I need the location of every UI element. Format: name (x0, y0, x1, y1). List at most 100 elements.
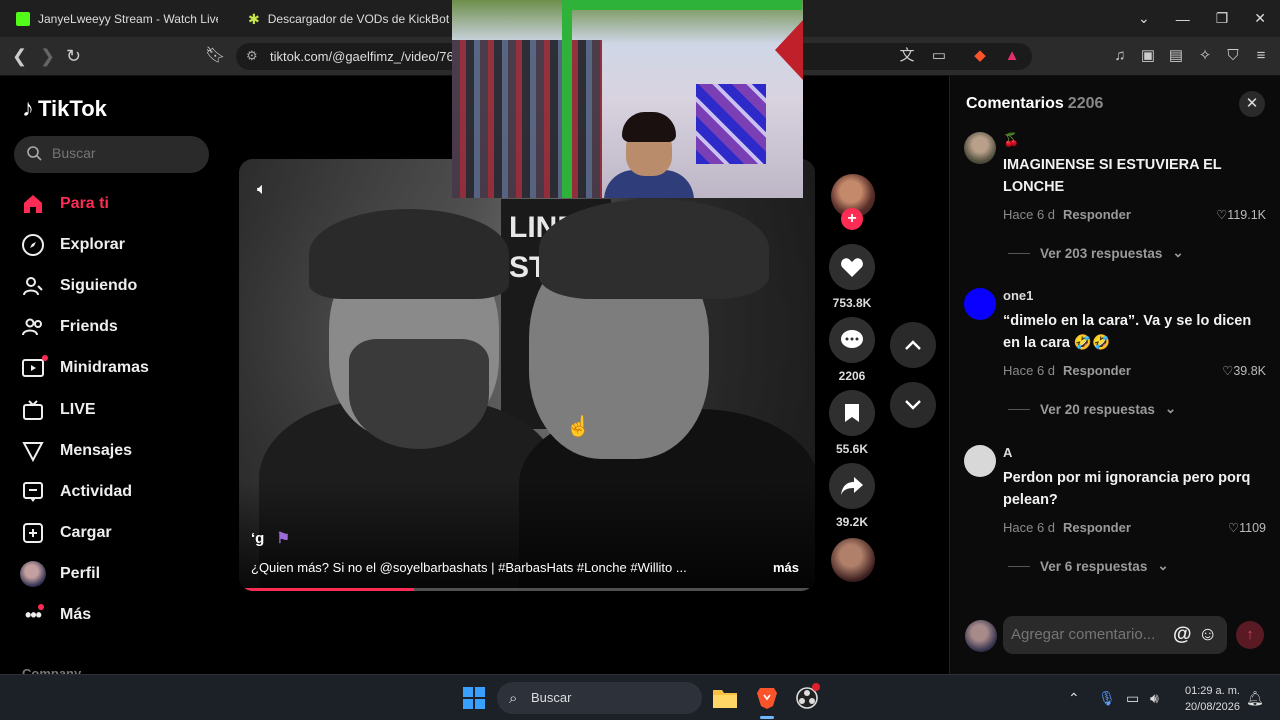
microphone-icon[interactable]: 🎙︎ (1098, 675, 1116, 720)
sidebar-item-siguiendo[interactable]: Siguiendo (20, 265, 210, 306)
sidebar-item-perfil[interactable]: Perfil (20, 554, 210, 595)
back-icon[interactable]: ❮ (12, 46, 27, 66)
close-window-icon[interactable]: ✕ (1254, 10, 1266, 27)
previous-video-button[interactable] (890, 322, 936, 368)
brave-rewards-icon[interactable]: ▲ (1003, 47, 1021, 65)
bookmark-icon[interactable] (829, 390, 875, 436)
sidebar-nav: Para ti Explorar Siguiendo Friends Minid… (20, 183, 210, 636)
video-author[interactable]: ‘g ⚑ (251, 529, 290, 547)
view-replies-button[interactable]: Ver 6 respuestas ⌄ (1008, 558, 1169, 574)
comment-input[interactable] (1011, 626, 1163, 643)
windows-start-icon[interactable] (463, 687, 485, 709)
comment-action[interactable]: 2206 (829, 317, 875, 383)
sidebar-item-live[interactable]: LIVE (20, 389, 210, 430)
reload-icon[interactable]: ↻ (66, 46, 81, 66)
brave-browser-icon[interactable] (752, 683, 782, 719)
comment-like[interactable]: ♡1109 (1228, 520, 1266, 535)
comment-username[interactable]: 🍒 (1003, 132, 1019, 148)
wall-poster (696, 84, 766, 164)
comment-avatar[interactable] (964, 445, 996, 477)
clock-date: 20/08/2026 (1184, 701, 1240, 713)
sidebar-item-mensajes[interactable]: Mensajes (20, 430, 210, 471)
brave-shield-icon[interactable]: ◆ (971, 47, 989, 65)
heart-icon[interactable] (829, 244, 875, 290)
leo-ai-icon[interactable]: ✧ (1196, 47, 1214, 65)
share-action[interactable]: 39.2K (829, 463, 875, 529)
sidebar-item-label: Mensajes (60, 441, 133, 459)
video-person (349, 339, 489, 449)
share-icon[interactable] (829, 463, 875, 509)
chevron-up-icon[interactable]: ⌃ (1068, 675, 1080, 720)
sound-avatar[interactable] (831, 538, 875, 582)
video-player[interactable]: LINE STA 🔈︎ ‘g ⚑ ¿Quien más? Si no el @s… (239, 159, 815, 591)
reply-button[interactable]: Responder (1063, 207, 1131, 222)
caption-more-link[interactable]: más (773, 560, 799, 575)
next-video-button[interactable] (890, 382, 936, 428)
sidebar-item-label: Minidramas (60, 359, 149, 377)
sidebar-item-cargar[interactable]: Cargar (20, 513, 210, 554)
volume-icon[interactable]: 🔊︎ (1150, 675, 1159, 720)
comment-username[interactable]: one1 (1003, 288, 1033, 303)
comment-avatar[interactable] (964, 132, 996, 164)
reply-button[interactable]: Responder (1063, 520, 1131, 535)
comment-like[interactable]: ♡119.1K (1216, 207, 1266, 222)
site-settings-icon[interactable]: ⚙ (246, 48, 258, 64)
search-box[interactable] (14, 136, 209, 173)
notification-bell-icon[interactable]: 🔔︎ (1246, 675, 1264, 720)
sidebar-item-actividad[interactable]: Actividad (20, 471, 210, 512)
mention-icon[interactable]: @ (1173, 624, 1192, 646)
tiktok-logo[interactable]: ♪ TikTok (22, 95, 107, 123)
emoji-icon[interactable]: ☺ (1198, 624, 1217, 646)
video-progress-bar[interactable] (245, 588, 809, 591)
media-icon[interactable]: ♫ (1111, 47, 1129, 65)
windows-taskbar: ⌕ Buscar ⌃ 🎙︎ ▭ 🔊︎ 01:29 a. m. 20/08/202… (0, 674, 1280, 720)
sidebar-icon[interactable]: ▣ (1139, 47, 1157, 65)
obs-icon[interactable] (792, 683, 822, 713)
sidebar-item-minidramas[interactable]: Minidramas (20, 348, 210, 389)
cast-icon[interactable]: ▭ (930, 47, 948, 65)
translate-icon[interactable]: 文 (898, 47, 916, 65)
view-replies-button[interactable]: Ver 203 respuestas ⌄ (1008, 245, 1184, 261)
sidebar-item-para-ti[interactable]: Para ti (20, 183, 210, 224)
comment-username[interactable]: A (1003, 445, 1012, 460)
inbox-icon (20, 479, 46, 505)
file-explorer-icon[interactable] (710, 683, 740, 713)
save-action[interactable]: 55.6K (829, 390, 875, 456)
follow-button[interactable]: + (841, 208, 863, 230)
logo-text: TikTok (38, 96, 107, 121)
bookmark-icon[interactable]: 🔖︎ (205, 46, 225, 66)
browser-tab-kickbot[interactable]: ✱ Descargador de VODs de KickBot (236, 0, 450, 37)
menu-icon[interactable]: ≡ (1252, 47, 1270, 65)
send-comment-button[interactable]: ↑ (1236, 621, 1264, 649)
vpn-icon[interactable]: ⛉ (1224, 47, 1242, 65)
recording-dot (812, 683, 820, 691)
video-person (309, 209, 509, 299)
wallet-icon[interactable]: ▤ (1167, 47, 1185, 65)
comments-panel: Comentarios 2206 ✕ 🍒 IMAGINENSE SI ESTUVI… (949, 76, 1280, 674)
system-clock[interactable]: 01:29 a. m. 20/08/2026 (1178, 683, 1240, 715)
comment-avatar[interactable] (964, 288, 996, 320)
network-icon[interactable]: ▭ (1126, 675, 1139, 720)
taskbar-search[interactable]: ⌕ Buscar (497, 682, 702, 714)
comment-input-box[interactable]: @ ☺ (1003, 616, 1227, 654)
tab-title: Descargador de VODs de KickBot (267, 11, 450, 26)
sidebar-item-friends[interactable]: Friends (20, 307, 210, 348)
forward-icon[interactable]: ❯ (40, 46, 55, 66)
view-replies-button[interactable]: Ver 20 respuestas ⌄ (1008, 401, 1176, 417)
comment-like[interactable]: ♡39.8K (1222, 363, 1266, 378)
close-comments-button[interactable]: ✕ (1239, 91, 1265, 117)
avatar (20, 561, 46, 588)
sidebar-item-explorar[interactable]: Explorar (20, 224, 210, 265)
minimize-icon[interactable]: — (1176, 11, 1190, 27)
browser-tab-kick[interactable]: JanyeLweeyy Stream - Watch Live on (4, 0, 230, 37)
volume-icon[interactable]: 🔈︎ (257, 181, 267, 199)
like-action[interactable]: 753.8K (829, 244, 875, 310)
comment-icon[interactable] (829, 317, 875, 363)
video-person (539, 199, 769, 299)
search-input[interactable] (52, 145, 192, 161)
sidebar-item-mas[interactable]: ••• Más (20, 595, 210, 636)
tab-list-icon[interactable]: ⌄ (1138, 10, 1150, 27)
comment-time: Hace 6 d (1003, 207, 1056, 222)
reply-button[interactable]: Responder (1063, 363, 1131, 378)
maximize-icon[interactable]: ❐ (1216, 10, 1229, 27)
